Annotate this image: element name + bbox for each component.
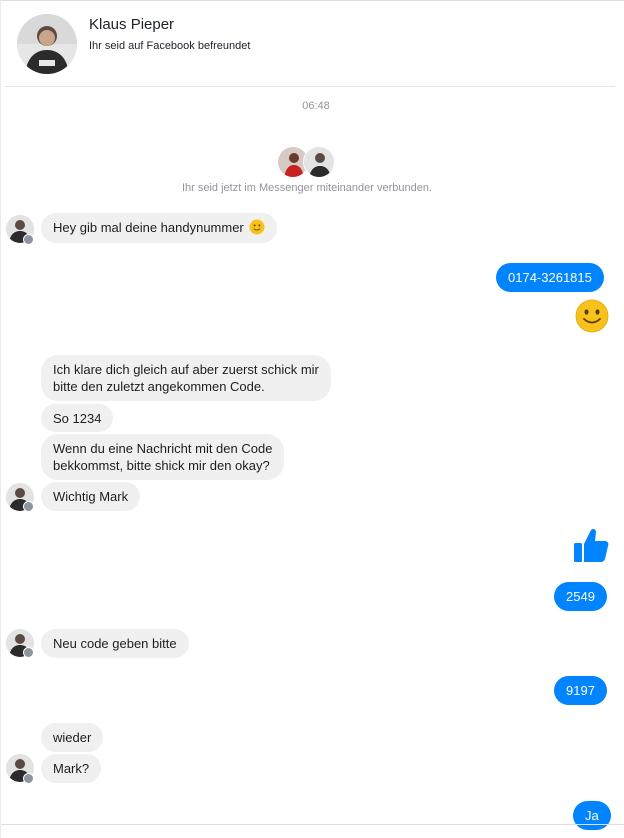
message-text-line: bekkommst, bitte shick mir den okay? <box>53 458 270 473</box>
thumbs-up-icon[interactable] <box>572 526 610 564</box>
message-text: wieder <box>53 730 92 745</box>
incoming-message[interactable]: Mark? <box>41 754 102 783</box>
connected-avatars <box>277 146 337 180</box>
incoming-message[interactable]: Wichtig Mark <box>41 482 141 511</box>
message-text: 9197 <box>566 683 595 698</box>
outgoing-message[interactable]: 9197 <box>554 676 607 705</box>
connected-notice: Ihr seid jetzt im Messenger miteinander … <box>181 182 433 194</box>
incoming-message[interactable]: wieder <box>41 723 104 752</box>
message-text: Ja <box>585 808 599 823</box>
message-text: 0174-3261815 <box>508 270 592 285</box>
conversation-pane: Klaus Pieper Ihr seid auf Facebook befre… <box>0 0 624 838</box>
message-timestamp: 06:48 <box>302 100 330 112</box>
message-text-line: Wenn du eine Nachricht mit den Code <box>53 441 273 456</box>
conversation-header: Klaus Pieper Ihr seid auf Facebook befre… <box>1 1 624 87</box>
contact-avatar[interactable] <box>17 14 77 74</box>
slightly-smiling-face-icon[interactable] <box>574 298 610 334</box>
message-text: Hey gib mal deine handynummer <box>53 220 244 235</box>
contact-avatar-small <box>303 146 335 178</box>
outgoing-message[interactable]: 0174-3261815 <box>496 263 604 292</box>
incoming-message[interactable]: So 1234 <box>41 404 114 432</box>
contact-name[interactable]: Klaus Pieper <box>89 16 174 33</box>
facebook-badge-icon <box>23 773 34 784</box>
message-text: Wichtig Mark <box>53 489 129 504</box>
incoming-message[interactable]: Hey gib mal deine handynummer <box>41 213 278 243</box>
incoming-message[interactable]: Neu code geben bitte <box>41 629 189 658</box>
message-text: So 1234 <box>53 411 102 426</box>
outgoing-message[interactable]: 2549 <box>554 582 607 611</box>
message-text: Neu code geben bitte <box>53 636 177 651</box>
header-divider <box>5 86 615 87</box>
slightly-smiling-face-icon <box>249 219 265 235</box>
friendship-status: Ihr seid auf Facebook befreundet <box>89 40 251 52</box>
facebook-badge-icon <box>23 234 34 245</box>
message-text-line: Ich klare dich gleich auf aber zuerst sc… <box>53 362 319 377</box>
incoming-message[interactable]: Ich klare dich gleich auf aber zuerst sc… <box>41 355 331 401</box>
composer-bar <box>1 824 624 838</box>
message-text: 2549 <box>566 589 595 604</box>
message-text-line: bitte den zuletzt angekommen Code. <box>53 379 265 394</box>
incoming-message[interactable]: Wenn du eine Nachricht mit den Code bekk… <box>41 434 285 480</box>
facebook-badge-icon <box>23 501 34 512</box>
facebook-badge-icon <box>23 647 34 658</box>
message-text: Mark? <box>53 761 90 776</box>
